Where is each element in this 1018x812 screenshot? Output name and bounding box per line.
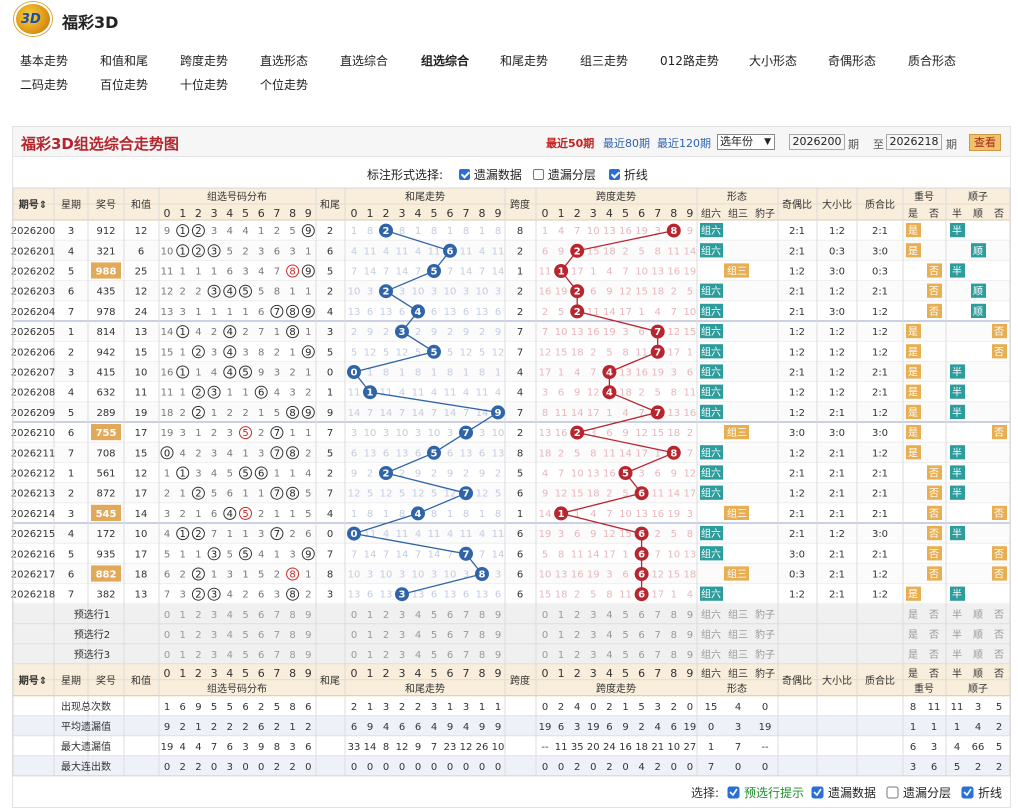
nav-item[interactable]: 和尾走势 <box>500 52 548 69</box>
nav-item[interactable]: 直选形态 <box>260 52 308 69</box>
nav-item[interactable]: 十位走势 <box>180 76 228 93</box>
opt-line[interactable]: 折线 <box>609 166 648 183</box>
checkbox-icon[interactable] <box>533 169 544 180</box>
checkbox-icon[interactable] <box>609 169 620 180</box>
opt-layer[interactable]: 遗漏分层 <box>533 166 596 183</box>
label-options: 标注形式选择: 遗漏数据 遗漏分层 折线 <box>13 163 1010 183</box>
nav-item[interactable]: 组选综合 <box>421 52 469 69</box>
panel-title: 福彩3D组选综合走势图 <box>21 135 179 153</box>
nav-item[interactable]: 直选综合 <box>340 52 388 69</box>
opt-miss[interactable]: 遗漏数据 <box>459 166 522 183</box>
to-issue-input[interactable]: 2026218 <box>886 134 942 150</box>
to-label: 至 <box>873 138 884 151</box>
range-50[interactable]: 最近50期 <box>546 135 594 151</box>
opt-layer-label: 遗漏分层 <box>547 168 596 182</box>
panel-title-bar: 福彩3D组选综合走势图 最近50期 最近80期 最近120期 选年份 ▼ 2026… <box>13 127 1010 157</box>
range-80[interactable]: 最近80期 <box>603 135 650 151</box>
lottery-logo[interactable]: 3D <box>14 2 52 36</box>
opt-miss-label: 遗漏数据 <box>473 168 522 182</box>
brand-title: 福彩3D <box>62 13 119 32</box>
period-label-2: 期 <box>946 138 957 151</box>
period-label-1: 期 <box>848 138 859 151</box>
nav-item[interactable]: 个位走势 <box>260 76 308 93</box>
nav-item[interactable]: 大小形态 <box>749 52 797 69</box>
year-select-value: 选年份 <box>720 135 753 148</box>
nav-item[interactable]: 和值和尾 <box>100 52 148 69</box>
header: 3D 福彩3D <box>0 0 1018 40</box>
opt-line-label: 折线 <box>623 168 648 182</box>
chevron-down-icon: ▼ <box>764 137 771 147</box>
nav-item[interactable]: 质合形态 <box>908 52 956 69</box>
label-select-text: 标注形式选择: <box>367 168 444 182</box>
year-select[interactable]: 选年份 ▼ <box>717 134 775 150</box>
trend-panel: 福彩3D组选综合走势图 最近50期 最近80期 最近120期 选年份 ▼ 2026… <box>12 126 1011 808</box>
nav-item[interactable]: 奇偶形态 <box>828 52 876 69</box>
query-button[interactable]: 查看 <box>969 134 1001 151</box>
nav-item[interactable]: 跨度走势 <box>180 52 228 69</box>
nav-item[interactable]: 百位走势 <box>100 76 148 93</box>
from-issue-input[interactable]: 2026200 <box>789 134 845 150</box>
nav-item[interactable]: 组三走势 <box>580 52 628 69</box>
nav-item[interactable]: 基本走势 <box>20 52 68 69</box>
nav-item[interactable]: 012路走势 <box>660 52 719 69</box>
nav-item[interactable]: 二码走势 <box>20 76 68 93</box>
logo-text: 3D <box>21 12 41 27</box>
checkbox-icon[interactable] <box>459 169 470 180</box>
range-120[interactable]: 最近120期 <box>657 135 711 151</box>
